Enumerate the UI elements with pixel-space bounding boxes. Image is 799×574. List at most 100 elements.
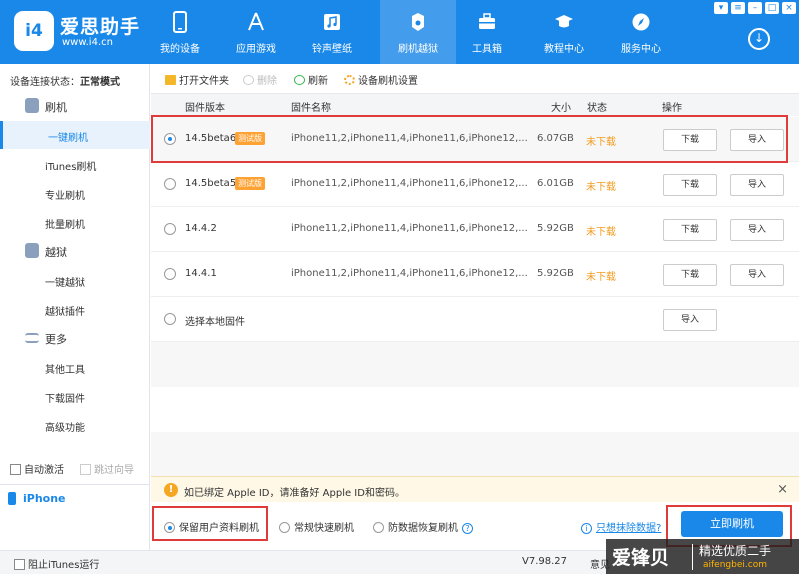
import-button[interactable]: 导入	[730, 174, 784, 196]
row-radio[interactable]	[164, 223, 176, 235]
import-button[interactable]: 导入	[730, 219, 784, 241]
phone-icon	[173, 11, 187, 33]
app-logo: i4	[14, 11, 54, 51]
open-folder-button[interactable]: 打开文件夹	[165, 72, 229, 87]
compass-icon	[632, 13, 650, 31]
table-row[interactable]: 14.4.2 iPhone11,2,iPhone11,4,iPhone11,6,…	[151, 207, 799, 252]
fast-flash-radio[interactable]: 常规快速刷机	[279, 519, 354, 534]
beta-badge: 测试版	[235, 177, 265, 190]
col-action: 操作	[662, 103, 682, 114]
sidebar-item-one-click-jailbreak[interactable]: 一键越狱	[0, 266, 150, 294]
phone-icon	[25, 98, 39, 113]
nav-label: 铃声壁纸	[312, 44, 352, 55]
box-icon	[412, 13, 424, 31]
sidebar: 设备连接状态：正常模式 刷机 一键刷机 iTunes刷机 专业刷机 批量刷机 越…	[0, 64, 150, 550]
delete-icon	[243, 75, 254, 85]
nav-toolbox[interactable]: 工具箱	[449, 0, 525, 64]
toolbox-icon	[479, 13, 495, 29]
music-icon	[324, 14, 340, 30]
auto-activate-checkbox[interactable]: 自动激活	[10, 461, 64, 476]
download-manager-icon[interactable]: ↓	[748, 28, 770, 50]
nav-label: 教程中心	[544, 44, 584, 55]
close-notice-icon[interactable]: ×	[777, 482, 788, 497]
download-button[interactable]: 下载	[663, 174, 717, 196]
sidebar-item-advanced[interactable]: 高级功能	[0, 411, 150, 439]
info-icon: i	[581, 523, 592, 534]
graduation-cap-icon	[555, 15, 573, 28]
empty-row	[151, 342, 799, 387]
nav-ringtones-wallpapers[interactable]: 铃声壁纸	[294, 0, 370, 64]
row-radio[interactable]	[164, 313, 176, 325]
app-name: 爱思助手	[60, 16, 141, 38]
sidebar-item-download-firmware[interactable]: 下载固件	[0, 382, 150, 410]
import-local-button[interactable]: 导入	[663, 309, 717, 331]
import-button[interactable]: 导入	[730, 264, 784, 286]
folder-icon	[165, 75, 176, 85]
nav-flash-jailbreak[interactable]: 刷机越狱	[380, 0, 456, 64]
nav-my-device[interactable]: 我的设备	[142, 0, 218, 64]
firmware-table-header: 固件版本 固件名称 大小 状态 操作	[151, 94, 799, 116]
highlight-keep-data	[152, 506, 268, 541]
nav-apps-games[interactable]: 应用游戏	[218, 0, 294, 64]
nav-label: 刷机越狱	[398, 44, 438, 55]
close-icon[interactable]: ×	[782, 2, 796, 14]
skin-icon[interactable]: ▾	[714, 2, 728, 14]
block-itunes-checkbox[interactable]: 阻止iTunes运行	[14, 556, 99, 571]
nav-label: 工具箱	[472, 44, 502, 55]
watermark: 爱锋贝 精选优质二手 aifengbei.com	[606, 539, 799, 574]
anti-recovery-radio[interactable]: 防数据恢复刷机?	[373, 519, 473, 534]
row-radio[interactable]	[164, 178, 176, 190]
sidebar-section-flash[interactable]: 刷机	[0, 92, 150, 120]
nav-service-center[interactable]: 服务中心	[603, 0, 679, 64]
col-version: 固件版本	[185, 103, 225, 114]
sidebar-section-jailbreak[interactable]: 越狱	[0, 237, 150, 265]
toolbar: 打开文件夹 删除 刷新 设备刷机设置	[151, 64, 799, 94]
skip-guide-checkbox[interactable]: 跳过向导	[80, 461, 134, 476]
top-nav-bar: i4 爱思助手 www.i4.cn 我的设备 应用游戏 铃声壁纸 刷机越狱 工具…	[0, 0, 799, 64]
sidebar-item-itunes-flash[interactable]: iTunes刷机	[0, 150, 150, 178]
device-iphone[interactable]: iPhone	[0, 484, 150, 514]
app-store-icon	[248, 12, 264, 31]
connection-status: 设备连接状态：正常模式	[10, 77, 120, 88]
delete-button[interactable]: 删除	[243, 72, 277, 87]
sidebar-item-other-tools[interactable]: 其他工具	[0, 353, 150, 381]
nav-label: 服务中心	[621, 44, 661, 55]
app-url: www.i4.cn	[62, 37, 113, 48]
flash-settings-button[interactable]: 设备刷机设置	[344, 72, 418, 87]
table-row[interactable]: 14.4.1 iPhone11,2,iPhone11,4,iPhone11,6,…	[151, 252, 799, 297]
version-label: V7.98.27	[522, 556, 568, 567]
col-size: 大小	[551, 103, 571, 114]
sidebar-item-batch-flash[interactable]: 批量刷机	[0, 208, 150, 236]
watermark-url: aifengbei.com	[703, 560, 767, 570]
row-radio[interactable]	[164, 268, 176, 280]
nav-label: 应用游戏	[236, 44, 276, 55]
list-icon	[25, 333, 39, 343]
highlight-selected-firmware	[151, 115, 788, 163]
nav-label: 我的设备	[160, 44, 200, 55]
sidebar-item-one-click-flash[interactable]: 一键刷机	[0, 121, 150, 149]
warning-icon: !	[164, 483, 178, 497]
download-button[interactable]: 下载	[663, 264, 717, 286]
watermark-slogan: 精选优质二手	[699, 544, 772, 558]
col-status: 状态	[587, 103, 607, 114]
watermark-brand: 爱锋贝	[612, 547, 670, 569]
sidebar-item-pro-flash[interactable]: 专业刷机	[0, 179, 150, 207]
menu-icon[interactable]: ≡	[731, 2, 745, 14]
erase-only-link[interactable]: i 只想抹除数据?	[581, 519, 661, 534]
refresh-icon	[294, 75, 305, 85]
maximize-icon[interactable]: □	[765, 2, 779, 14]
box-icon	[25, 243, 39, 258]
apple-id-notice: ! 如已绑定 Apple ID，请准备好 Apple ID和密码。 ×	[151, 476, 799, 502]
minimize-icon[interactable]: –	[748, 2, 762, 14]
gear-icon	[344, 75, 355, 85]
help-icon[interactable]: ?	[462, 523, 473, 534]
download-button[interactable]: 下载	[663, 219, 717, 241]
refresh-button[interactable]: 刷新	[294, 72, 328, 87]
local-firmware-row[interactable]: 选择本地固件 导入	[151, 297, 799, 342]
table-row[interactable]: 14.5beta5 测试版 iPhone11,2,iPhone11,4,iPho…	[151, 162, 799, 207]
sidebar-item-jailbreak-plugins[interactable]: 越狱插件	[0, 295, 150, 323]
sidebar-section-more[interactable]: 更多	[0, 324, 150, 352]
col-name: 固件名称	[291, 103, 331, 114]
iphone-icon	[8, 492, 16, 505]
nav-tutorials[interactable]: 教程中心	[526, 0, 602, 64]
